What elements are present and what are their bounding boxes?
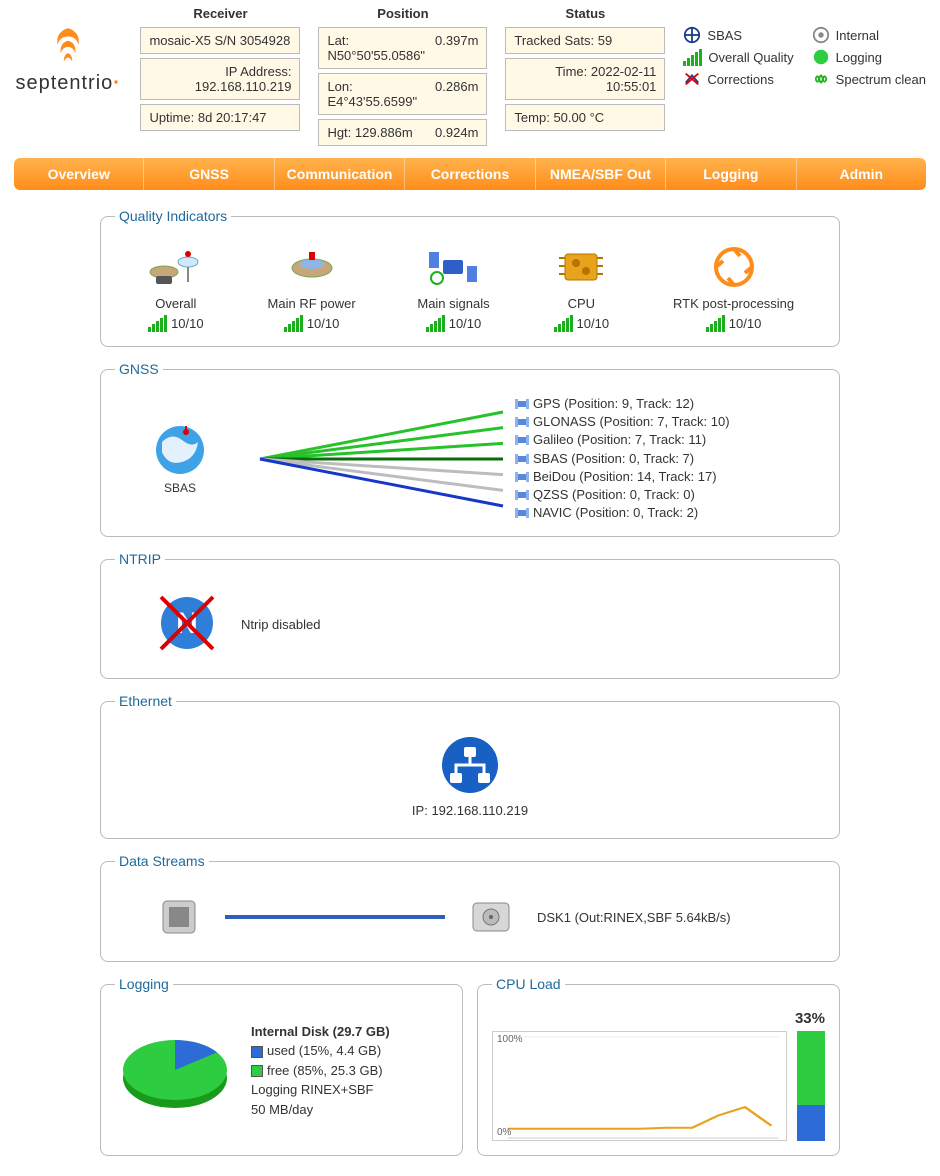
ntrip-status-text: Ntrip disabled	[241, 617, 321, 632]
status-legend: SBAS Internal Overall Quality Logging Co…	[683, 6, 926, 88]
qi-score: 10/10	[706, 315, 762, 332]
legend-logging: Logging	[836, 50, 882, 65]
ethernet-title: Ethernet	[115, 693, 176, 709]
qi-title: Quality Indicators	[115, 208, 231, 224]
nav-overview[interactable]: Overview	[14, 158, 144, 190]
ntrip-panel: NTRIP N Ntrip disabled	[100, 551, 840, 679]
qi-score: 10/10	[284, 315, 340, 332]
disk-used: used (15%, 4.4 GB)	[251, 1041, 390, 1061]
gnss-system: BeiDou (Position: 14, Track: 17)	[515, 468, 730, 486]
gnss-system: SBAS (Position: 0, Track: 7)	[515, 450, 730, 468]
qi-item[interactable]: Main RF power 10/10	[268, 242, 356, 332]
gnss-system: GPS (Position: 9, Track: 12)	[515, 395, 730, 413]
status-info: Status Tracked Sats: 59 Time: 2022-02-11…	[505, 6, 665, 131]
qi-name: RTK post-processing	[673, 296, 794, 311]
receiver-title: Receiver	[140, 6, 300, 21]
qi-item[interactable]: CPU 10/10	[551, 242, 611, 332]
brand-logo: septentrio·	[14, 26, 122, 95]
nav-nmea-sbf[interactable]: NMEA/SBF Out	[536, 158, 666, 190]
spectrum-icon	[812, 70, 830, 88]
legend-internal: Internal	[836, 28, 879, 43]
status-temp: Temp: 50.00 °C	[505, 104, 665, 131]
qi-score: 10/10	[426, 315, 482, 332]
ethernet-panel: Ethernet IP: 192.168.110.219	[100, 693, 840, 839]
stream-line	[225, 915, 445, 919]
cpu-bar	[797, 1031, 825, 1141]
disk-free: free (85%, 25.3 GB)	[251, 1061, 390, 1081]
qi-score: 10/10	[148, 315, 204, 332]
position-lat: Lat: N50°50'55.0586"0.397m	[318, 27, 487, 69]
legend-sbas: SBAS	[707, 28, 742, 43]
cpu-chip-icon	[155, 893, 203, 941]
legend-spectrum: Spectrum clean	[836, 72, 926, 87]
nav-admin[interactable]: Admin	[797, 158, 926, 190]
disk-pie-chart	[115, 1010, 235, 1130]
position-lon: Lon: E4°43'55.6599"0.286m	[318, 73, 487, 115]
ethernet-icon	[438, 733, 502, 797]
gnss-system: NAVIC (Position: 0, Track: 2)	[515, 504, 730, 522]
gnss-panel: GNSS SBAS GPS (Position: 9, Track: 12)GL…	[100, 361, 840, 537]
cpu-percent: 33%	[492, 1010, 825, 1027]
position-hgt: Hgt: 129.886m0.924m	[318, 119, 487, 146]
cpu-sparkline: 100% 0%	[492, 1031, 787, 1141]
brand-name: septentrio	[15, 72, 113, 94]
logging-title: Logging	[115, 976, 173, 992]
internal-icon	[812, 26, 830, 44]
qi-name: CPU	[568, 296, 595, 311]
position-title: Position	[318, 6, 487, 21]
receiver-ip: IP Address: 192.168.110.219	[140, 58, 300, 100]
gnss-system-list: GPS (Position: 9, Track: 12)GLONASS (Pos…	[515, 395, 730, 522]
status-title: Status	[505, 6, 665, 21]
status-sats: Tracked Sats: 59	[505, 27, 665, 54]
legend-overall: Overall Quality	[708, 50, 793, 65]
cpu-load-panel: CPU Load 33% 100% 0%	[477, 976, 840, 1156]
ntrip-title: NTRIP	[115, 551, 165, 567]
receiver-info: Receiver mosaic-X5 S/N 3054928 IP Addres…	[140, 6, 300, 131]
quality-indicators-panel: Quality Indicators Overall 10/10 Main RF…	[100, 208, 840, 347]
corrections-icon	[683, 70, 701, 88]
cpu-title: CPU Load	[492, 976, 565, 992]
logging-rate: 50 MB/day	[251, 1100, 390, 1120]
qi-score: 10/10	[554, 315, 610, 332]
ethernet-ip: IP: 192.168.110.219	[412, 803, 528, 818]
nav-communication[interactable]: Communication	[275, 158, 405, 190]
main-nav: Overview GNSS Communication Corrections …	[14, 158, 926, 190]
sbas-icon	[683, 26, 701, 44]
receiver-uptime: Uptime: 8d 20:17:47	[140, 104, 300, 131]
disk-title: Internal Disk (29.7 GB)	[251, 1024, 390, 1039]
nav-corrections[interactable]: Corrections	[405, 158, 535, 190]
nav-gnss[interactable]: GNSS	[144, 158, 274, 190]
globe-icon	[152, 422, 208, 478]
position-info: Position Lat: N50°50'55.0586"0.397m Lon:…	[318, 6, 487, 146]
gnss-system: Galileo (Position: 7, Track: 11)	[515, 431, 730, 449]
disabled-cross-icon	[155, 591, 219, 655]
qi-item[interactable]: Overall 10/10	[146, 242, 206, 332]
gnss-system: GLONASS (Position: 7, Track: 10)	[515, 413, 730, 431]
quality-bars-icon	[683, 49, 702, 66]
logging-mode: Logging RINEX+SBF	[251, 1080, 390, 1100]
status-time: Time: 2022-02-11 10:55:01	[505, 58, 665, 100]
logo-icon	[47, 26, 89, 68]
qi-item[interactable]: RTK post-processing 10/10	[673, 242, 794, 332]
gnss-title: GNSS	[115, 361, 163, 377]
qi-name: Main RF power	[268, 296, 356, 311]
legend-corrections: Corrections	[707, 72, 773, 87]
qi-name: Main signals	[417, 296, 489, 311]
gnss-mode: SBAS	[115, 481, 245, 495]
gnss-fan-chart	[255, 404, 505, 514]
nav-logging[interactable]: Logging	[666, 158, 796, 190]
logging-icon	[812, 48, 830, 66]
qi-item[interactable]: Main signals 10/10	[417, 242, 489, 332]
data-streams-panel: Data Streams DSK1 (Out:RINEX,SBF 5.64kB/…	[100, 853, 840, 962]
gnss-system: QZSS (Position: 0, Track: 0)	[515, 486, 730, 504]
stream-text: DSK1 (Out:RINEX,SBF 5.64kB/s)	[537, 910, 731, 925]
disk-icon	[467, 893, 515, 941]
receiver-model: mosaic-X5 S/N 3054928	[140, 27, 300, 54]
streams-title: Data Streams	[115, 853, 209, 869]
logging-panel: Logging Internal Disk (29.7 GB) used (15…	[100, 976, 463, 1156]
qi-name: Overall	[155, 296, 196, 311]
